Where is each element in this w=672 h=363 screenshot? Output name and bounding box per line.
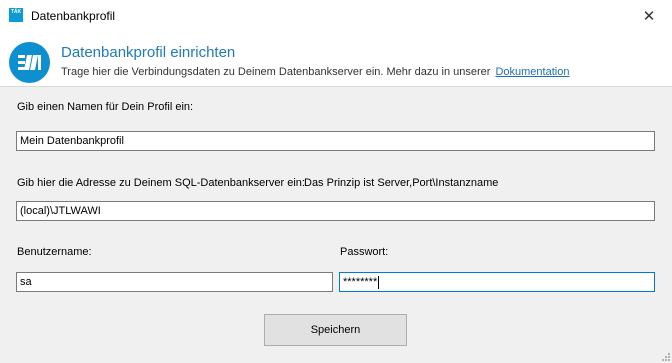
app-icon: TÄK — [9, 8, 23, 22]
profile-name-input[interactable]: Mein Datenbankprofil — [16, 131, 655, 151]
text-caret — [378, 275, 380, 289]
close-icon: ✕ — [642, 7, 656, 25]
username-label: Benutzername: — [17, 246, 92, 258]
username-input[interactable]: sa — [16, 272, 333, 292]
resize-grip-icon[interactable] — [660, 351, 670, 361]
server-label: Gib hier die Adresse zu Deinem SQL-Daten… — [17, 177, 305, 189]
password-input[interactable]: ******** — [339, 272, 655, 292]
profile-name-label: Gib einen Namen für Dein Profil ein: — [17, 101, 194, 113]
title-bar: TÄK Datenbankprofil ✕ — [0, 0, 672, 31]
server-input[interactable]: (local)\JTLWAWI — [16, 201, 655, 221]
header-title: Datenbankprofil einrichten — [61, 44, 236, 61]
dialog-header: Datenbankprofil einrichten Trage hier di… — [0, 31, 672, 87]
documentation-link[interactable]: Dokumentation — [495, 66, 569, 78]
jtl-logo-icon — [9, 42, 50, 83]
password-label: Passwort: — [340, 246, 389, 258]
server-hint: Das Prinzip ist Server,Port\Instanzname — [304, 177, 499, 189]
save-button[interactable]: Speichern — [264, 314, 407, 346]
header-description: Trage hier die Verbindungsdaten zu Deine… — [61, 66, 569, 78]
window-title: Datenbankprofil — [31, 9, 116, 23]
password-value: ******** — [343, 276, 378, 288]
header-description-text: Trage hier die Verbindungsdaten zu Deine… — [61, 66, 491, 78]
close-button[interactable]: ✕ — [626, 0, 672, 31]
